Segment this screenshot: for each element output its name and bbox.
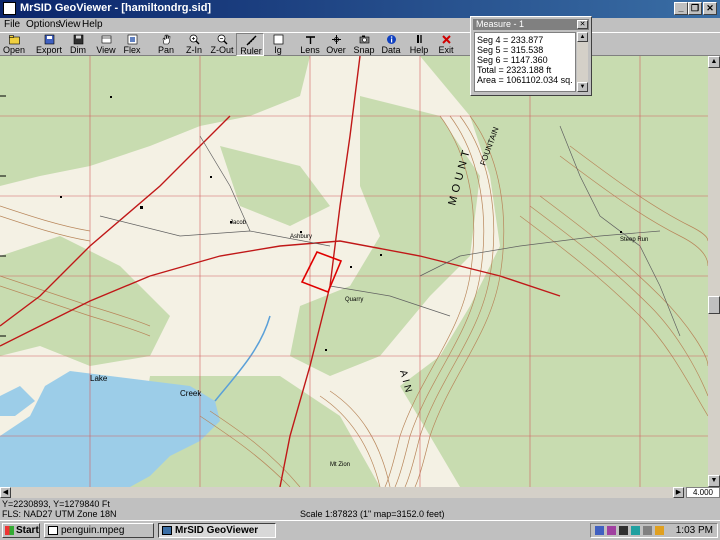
start-button[interactable]: Start	[2, 523, 40, 538]
coordinate-projection: FLS: NAD27 UTM Zone 18N	[2, 509, 117, 519]
toolbar-zoom-out-button[interactable]: Z-Out	[208, 33, 236, 56]
coordinate-xy: Y=2230893, Y=1279840 Ft	[2, 499, 110, 509]
vertical-scrollbar[interactable]: ▲ ▼	[708, 56, 720, 487]
taskbar-item-label: penguin.mpeg	[61, 525, 125, 536]
scale-readout: Scale 1:87823 (1" map=3152.0 feet)	[300, 509, 445, 519]
start-label: Start	[16, 525, 39, 536]
scroll-down-button[interactable]: ▼	[708, 475, 720, 487]
measure-scroll-down-button[interactable]: ▼	[577, 82, 588, 92]
view-icon	[101, 35, 112, 44]
tray-sync-icon[interactable]	[631, 526, 640, 535]
measure-close-button[interactable]: ✕	[577, 20, 588, 29]
close-button[interactable]: ✕	[703, 2, 717, 15]
geoviewer-app-icon	[162, 526, 172, 535]
menu-options[interactable]: Options	[26, 18, 60, 32]
taskbar-item-penguin[interactable]: penguin.mpeg	[44, 523, 154, 538]
tray-monitor-icon[interactable]	[619, 526, 628, 535]
zoom-level: 4.000	[686, 487, 720, 498]
open-folder-icon	[9, 35, 20, 45]
map-label: Mt Zion	[330, 462, 350, 468]
map-canvas[interactable]: MOUNT AIN FOUNTAIN Creek Lake Steep Run …	[0, 56, 708, 487]
topographic-map: MOUNT AIN FOUNTAIN Creek Lake Steep Run …	[0, 56, 708, 487]
window-title: MrSID GeoViewer - [hamiltondrg.sid]	[20, 2, 212, 14]
toolbar-exit-button[interactable]: Exit	[432, 33, 460, 56]
horizontal-scrollbar[interactable]: ◀ ▶	[0, 487, 684, 498]
taskbar-item-label: MrSID GeoViewer	[175, 525, 259, 536]
export-icon	[44, 34, 55, 45]
tray-network-icon[interactable]	[595, 526, 604, 535]
toolbar-label: Open	[2, 45, 26, 55]
measure-line: Seg 5 = 315.538	[477, 45, 544, 55]
image-icon	[273, 34, 284, 45]
media-file-icon	[48, 526, 58, 535]
coordinate-readout: Y=2230893, Y=1279840 Ft FLS: NAD27 UTM Z…	[2, 499, 117, 519]
measure-line: Seg 6 = 1147.360	[477, 55, 548, 65]
map-label: Jacob	[230, 220, 247, 226]
lens-icon	[306, 36, 315, 44]
toolbar-open-button[interactable]: Open	[0, 33, 28, 56]
map-label: AIN	[397, 369, 414, 397]
tray-volume-icon[interactable]	[643, 526, 652, 535]
help-icon	[417, 35, 422, 43]
measure-title-bar[interactable]: Measure - 1 ✕	[473, 19, 589, 30]
scroll-up-button[interactable]: ▲	[708, 56, 720, 68]
system-tray: 1:03 PM	[590, 523, 718, 538]
windows-logo-icon	[5, 526, 14, 535]
status-bar: Y=2230893, Y=1279840 Ft FLS: NAD27 UTM Z…	[0, 498, 720, 520]
save-icon	[73, 34, 84, 45]
measure-scroll-up-button[interactable]: ▲	[577, 32, 588, 42]
toolbar-image-button[interactable]: Ig	[264, 33, 292, 56]
tray-power-icon[interactable]	[655, 526, 664, 535]
map-label: Lake	[90, 374, 108, 383]
snap-icon	[359, 35, 370, 44]
minimize-button[interactable]: _	[674, 2, 688, 15]
map-label: Steep Run	[620, 237, 648, 243]
clock[interactable]: 1:03 PM	[676, 524, 713, 537]
scroll-left-button[interactable]: ◀	[0, 487, 11, 498]
zoom-in-icon	[189, 34, 200, 45]
info-icon	[387, 35, 396, 44]
map-label: Creek	[180, 389, 202, 398]
measure-results: Seg 4 = 233.877 Seg 5 = 315.538 Seg 6 = …	[474, 32, 576, 92]
zoom-out-icon	[217, 34, 228, 45]
exit-icon	[442, 35, 451, 44]
menu-help[interactable]: Help	[82, 18, 103, 32]
tray-app-icon[interactable]	[607, 526, 616, 535]
taskbar: Start penguin.mpeg MrSID GeoViewer 1:03 …	[0, 520, 720, 540]
app-icon	[3, 2, 16, 15]
overview-icon	[332, 35, 341, 44]
toolbar-export-button[interactable]: Export	[35, 33, 63, 56]
toolbar-label: Exit	[438, 45, 454, 55]
vertical-scroll-thumb[interactable]	[708, 296, 720, 314]
scroll-right-button[interactable]: ▶	[673, 487, 684, 498]
measure-title: Measure - 1	[476, 19, 525, 29]
menu-view[interactable]: View	[59, 18, 81, 32]
menu-bar: File Options View Help	[0, 18, 720, 32]
measure-line: Seg 4 = 233.877	[477, 35, 544, 45]
title-bar: MrSID GeoViewer - [hamiltondrg.sid] _ ❐ …	[0, 0, 720, 18]
toolbar-label: Ig	[274, 45, 282, 55]
restore-button[interactable]: ❐	[688, 2, 702, 15]
toolbar: Open Export Dim View Flex Pan Z-In Z-Out…	[0, 32, 720, 56]
toolbar-label: Flex	[123, 45, 141, 55]
flex-icon	[127, 34, 138, 45]
measure-scrollbar[interactable]: ▲ ▼	[577, 32, 588, 92]
menu-file[interactable]: File	[4, 18, 20, 32]
taskbar-item-geoviewer[interactable]: MrSID GeoViewer	[158, 523, 276, 538]
measure-line: Area = 1061102.034 sq.	[477, 75, 573, 85]
measure-window[interactable]: Measure - 1 ✕ Seg 4 = 233.877 Seg 5 = 31…	[470, 16, 592, 96]
measure-polygon[interactable]	[300, 250, 343, 294]
ruler-icon	[246, 35, 257, 46]
pan-hand-icon	[162, 34, 171, 45]
map-label: Ashbury	[290, 234, 312, 240]
map-label: Quarry	[345, 297, 363, 303]
toolbar-flex-button[interactable]: Flex	[118, 33, 146, 56]
measure-line: Total = 2323.188 ft	[477, 65, 552, 75]
